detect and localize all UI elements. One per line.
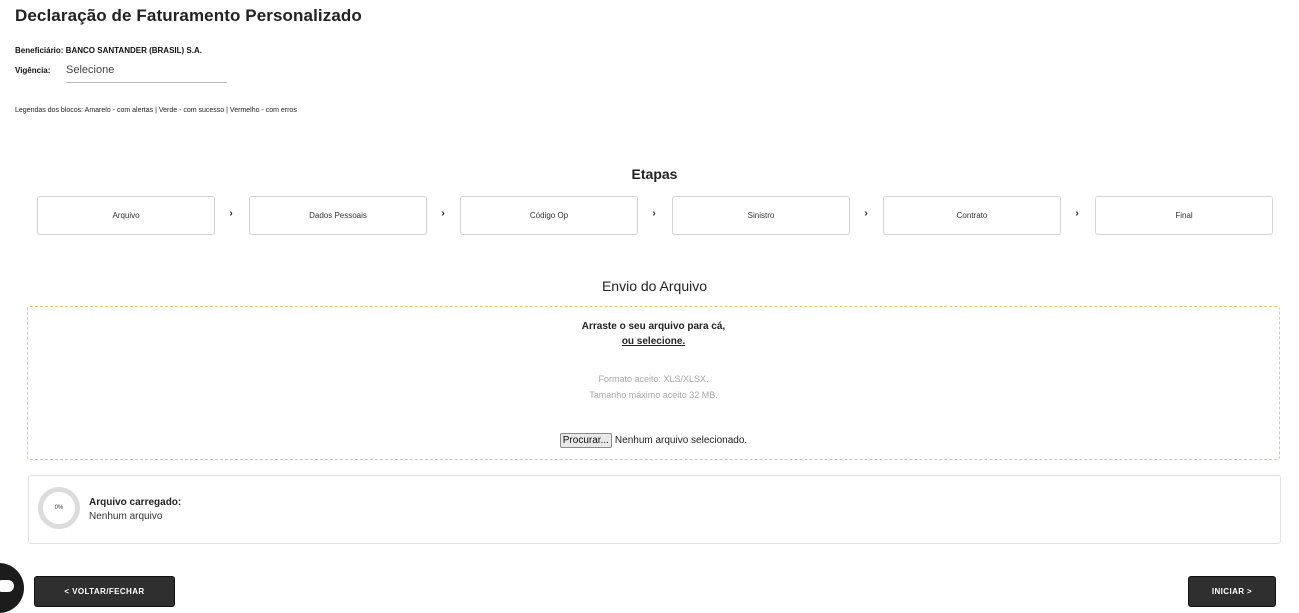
size-text: Tamanho máximo aceito 32 MB. bbox=[589, 390, 718, 400]
steps-title: Etapas bbox=[631, 166, 678, 182]
progress-percent: 0% bbox=[54, 505, 64, 511]
select-file-link[interactable]: ou selecione. bbox=[622, 336, 685, 347]
chevron-right-icon: › bbox=[864, 208, 868, 219]
beneficiario-text: Beneficiário: BANCO SANTANDER (BRASIL) S… bbox=[15, 46, 202, 55]
chat-bubble-icon[interactable] bbox=[0, 563, 24, 613]
format-text: Formato aceito: XLS/XLSX. bbox=[598, 374, 709, 384]
step-codigo-op[interactable]: Código Op bbox=[460, 196, 638, 235]
page-title: Declaração de Faturamento Personalizado bbox=[15, 6, 362, 25]
step-sinistro[interactable]: Sinistro bbox=[672, 196, 850, 235]
chevron-right-icon: › bbox=[441, 208, 445, 219]
drag-text: Arraste o seu arquivo para cá, bbox=[581, 321, 726, 332]
file-dropzone[interactable]: Arraste o seu arquivo para cá, ou seleci… bbox=[27, 306, 1280, 460]
status-value: Nenhum arquivo bbox=[89, 511, 163, 522]
back-close-button[interactable]: < VOLTAR/FECHAR bbox=[34, 576, 175, 607]
no-file-text: Nenhum arquivo selecionado. bbox=[614, 435, 748, 446]
start-button[interactable]: INICIAR > bbox=[1188, 576, 1276, 607]
browse-button[interactable]: Procurar... bbox=[559, 433, 612, 448]
select-link-row: ou selecione. bbox=[28, 336, 1279, 347]
chat-bubble-inner bbox=[0, 580, 14, 592]
steps-bar: Arquivo › Dados Pessoais › Código Op › S… bbox=[37, 196, 1273, 235]
legend-text: Legendas dos blocos: Amarelo - com alert… bbox=[15, 107, 297, 114]
step-final[interactable]: Final bbox=[1095, 196, 1273, 235]
upload-title: Envio do Arquivo bbox=[601, 278, 708, 294]
step-dados-pessoais[interactable]: Dados Pessoais bbox=[249, 196, 427, 235]
status-label: Arquivo carregado: bbox=[89, 497, 182, 508]
vigencia-select[interactable]: Selecione bbox=[66, 63, 227, 83]
chevron-right-icon: › bbox=[1075, 208, 1079, 219]
step-contrato[interactable]: Contrato bbox=[883, 196, 1061, 235]
step-arquivo[interactable]: Arquivo bbox=[37, 196, 215, 235]
file-input-row: Procurar... Nenhum arquivo selecionado. bbox=[28, 433, 1279, 448]
upload-status-box: 0% Arquivo carregado: Nenhum arquivo bbox=[28, 475, 1281, 544]
chevron-right-icon: › bbox=[229, 208, 233, 219]
page: Declaração de Faturamento Personalizado … bbox=[0, 0, 1299, 613]
vigencia-row: Vigência: Selecione bbox=[15, 63, 235, 85]
chevron-right-icon: › bbox=[652, 208, 656, 219]
vigencia-label: Vigência: bbox=[15, 66, 51, 75]
